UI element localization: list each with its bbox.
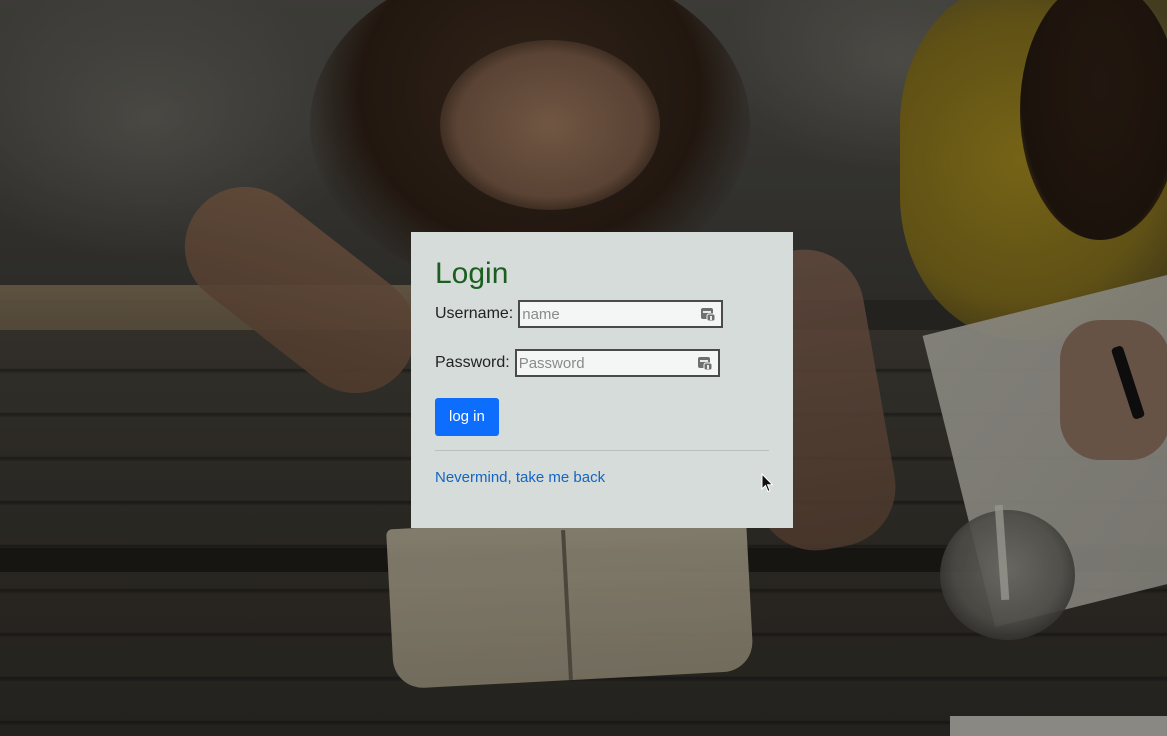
login-page: Login Username: Password: xyxy=(0,0,1167,736)
username-row: Username: xyxy=(435,300,769,328)
username-input[interactable] xyxy=(520,302,693,326)
password-manager-icon[interactable] xyxy=(700,306,716,322)
mouse-pointer-icon xyxy=(761,473,774,493)
password-label: Password: xyxy=(435,354,510,371)
back-link[interactable]: Nevermind, take me back xyxy=(435,469,605,486)
password-input-wrapper[interactable] xyxy=(514,349,720,377)
password-row: Password: xyxy=(435,349,769,377)
password-input[interactable] xyxy=(516,351,689,375)
login-title: Login xyxy=(435,257,509,290)
username-input-wrapper[interactable] xyxy=(518,300,724,328)
password-manager-icon[interactable] xyxy=(697,355,713,371)
divider xyxy=(435,450,769,451)
login-button[interactable]: log in xyxy=(435,398,499,436)
login-card: Login Username: Password: xyxy=(411,232,793,528)
username-label: Username: xyxy=(435,305,514,322)
